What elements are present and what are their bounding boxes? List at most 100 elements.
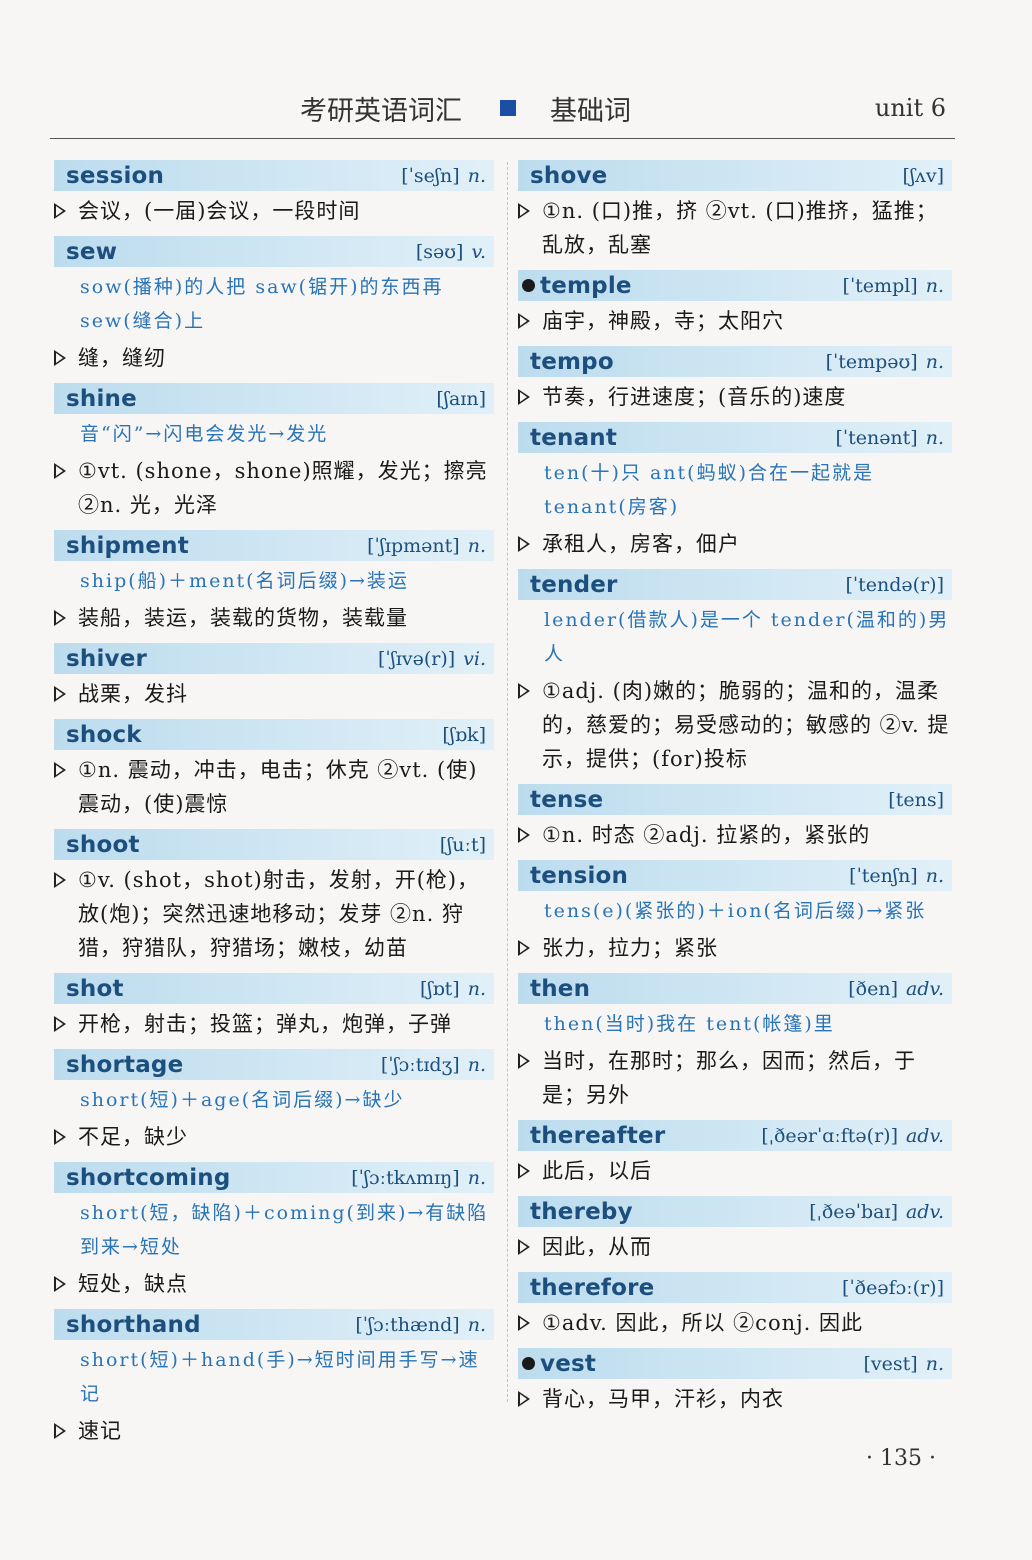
headword: temple (522, 273, 632, 299)
definition-row: 承租人，房客，佃户 (518, 527, 952, 561)
pronunciation-group: [ʃɒt] n. (420, 978, 486, 1000)
definition-text: 开枪，射击；投篮；弹丸，炮弹，子弹 (78, 1012, 452, 1036)
definition-row: 因此，从而 (518, 1230, 952, 1264)
right-column: shove [ʃʌv] ①n. (口)推，挤 ②vt. (口)推挤，猛推；乱放，乱塞… (518, 160, 952, 1424)
headword: tender (530, 572, 618, 598)
phonetic: [ˈseʃn] (401, 164, 460, 187)
pronunciation-group: [ˈseʃn] n. (401, 165, 486, 187)
headword-text: shoot (66, 831, 140, 858)
headword-text: tenant (530, 424, 618, 451)
word-entry: tender [ˈtendə(r)] lender(借款人)是一个 tender(温… (518, 569, 952, 776)
headword-text: shine (66, 385, 137, 412)
pronunciation-group: [ˈtempəʊ] n. (826, 351, 944, 373)
headword: sew (66, 239, 117, 265)
headword: shipment (66, 533, 189, 559)
mnemonic-text: ten(十)只 ant(蚂蚁)合在一起就是 tenant(房客) (544, 462, 875, 518)
headword: thereafter (530, 1123, 665, 1149)
dictionary-page: 考研英语词汇 基础词 unit 6 session [ˈseʃn] n. 会议，(一届… (0, 0, 1032, 1560)
definition-row: ①n. 时态 ②adj. 拉紧的，紧张的 (518, 818, 952, 852)
definition-text: 战栗，发抖 (78, 682, 188, 706)
definition-row: 短处，缺点 (54, 1267, 494, 1301)
definition-text: 缝，缝纫 (78, 346, 166, 370)
part-of-speech: n. (925, 426, 944, 449)
definition-row: ①n. 震动，冲击，电击；休克 ②vt. (使)震动，(使)震惊 (54, 753, 494, 821)
headword: therefore (530, 1275, 654, 1301)
word-entry: shorthand [ˈʃɔːthænd] n. short(短)＋hand(手)→短… (54, 1309, 494, 1448)
square-icon (500, 100, 516, 116)
triangle-bullet-icon (54, 1423, 66, 1439)
mnemonic-text: lender(借款人)是一个 tender(温和的)男人 (544, 609, 950, 665)
part-of-speech: n. (467, 164, 486, 187)
part-of-speech: vi. (463, 647, 486, 670)
definition-row: 速记 (54, 1414, 494, 1448)
phonetic: [ˌðeərˈɑːftə(r)] (761, 1124, 898, 1147)
word-entry: shoot [ʃuːt] ①v. (shot，shot)射击，发射，开(枪)，放(炮… (54, 829, 494, 965)
pronunciation-group: [ˈðeəfɔː(r)] (842, 1277, 944, 1299)
headword-text: thereafter (530, 1122, 666, 1149)
mnemonic-text: then(当时)我在 tent(帐篷)里 (544, 1013, 835, 1035)
headword-bar: shorthand [ˈʃɔːthænd] n. (54, 1309, 494, 1340)
part-of-speech: n. (925, 350, 944, 373)
triangle-bullet-icon (518, 940, 530, 956)
word-entry: shortcoming [ˈʃɔːtkʌmɪŋ] n. short(短，缺陷)＋com… (54, 1162, 494, 1301)
headword-text: therefore (530, 1274, 655, 1301)
pronunciation-group: [ˈʃɔːtɪdʒ] n. (381, 1054, 486, 1076)
headword: tense (530, 787, 603, 813)
triangle-bullet-icon (518, 1315, 530, 1331)
headword: then (530, 976, 590, 1002)
headword: session (66, 163, 164, 189)
page-header: 考研英语词汇 基础词 (300, 88, 631, 128)
word-entry: shipment [ˈʃɪpmənt] n. ship(船)＋ment(名词后缀)→装… (54, 530, 494, 635)
pronunciation-group: [ˈʃɪpmənt] n. (367, 535, 486, 557)
section-title: 基础词 (550, 95, 631, 127)
headword-bar: shine [ʃaɪn] (54, 383, 494, 414)
definition-text: 庙宇，神殿，寺；太阳穴 (542, 309, 784, 333)
phonetic: [ˈðeəfɔː(r)] (842, 1276, 944, 1299)
part-of-speech: n. (925, 1352, 944, 1375)
part-of-speech: n. (467, 1053, 486, 1076)
pronunciation-group: [ˌðeəˈbaɪ] adv. (809, 1201, 944, 1223)
phonetic: [ˈʃɔːtɪdʒ] (380, 1053, 460, 1076)
phonetic: [ˈʃɔːtkʌmɪŋ] (351, 1166, 460, 1189)
phonetic: [ʃʌv] (902, 164, 944, 187)
triangle-bullet-icon (54, 1016, 66, 1032)
headword-bar: vest [vest] n. (518, 1348, 952, 1379)
part-of-speech: n. (467, 534, 486, 557)
word-entry: shortage [ˈʃɔːtɪdʒ] n. short(短)＋age(名词后缀)→缺… (54, 1049, 494, 1154)
phonetic: [ˈʃɪvə(r)] (377, 647, 456, 670)
definition-text: 会议，(一届)会议，一段时间 (78, 199, 361, 223)
pronunciation-group: [ʃuːt] (440, 834, 486, 856)
word-entry: vest [vest] n. 背心，马甲，汗衫，内衣 (518, 1348, 952, 1416)
headword-bar: shoot [ʃuːt] (54, 829, 494, 860)
word-entry: temple [ˈtempl] n. 庙宇，神殿，寺；太阳穴 (518, 270, 952, 338)
part-of-speech: n. (925, 274, 944, 297)
part-of-speech: adv. (905, 1200, 944, 1223)
pronunciation-group: [ˈʃɔːtkʌmɪŋ] n. (351, 1167, 486, 1189)
headword-text: shortage (66, 1051, 184, 1078)
headword-text: shorthand (66, 1311, 201, 1338)
headword-bar: therefore [ˈðeəfɔː(r)] (518, 1272, 952, 1303)
headword-text: shot (66, 975, 124, 1002)
pronunciation-group: [ʃɒk] (442, 724, 486, 746)
definition-text: 张力，拉力；紧张 (542, 936, 718, 960)
definition-row: 背心，马甲，汗衫，内衣 (518, 1382, 952, 1416)
definition-row: 战栗，发抖 (54, 677, 494, 711)
phonetic: [ʃɒt] (419, 977, 460, 1000)
headword: shorthand (66, 1312, 201, 1338)
book-title: 考研英语词汇 (300, 95, 462, 127)
definition-text: 短处，缺点 (78, 1272, 188, 1296)
definition-text: 速记 (78, 1419, 122, 1443)
headword-bar: sew [səʊ] v. (54, 236, 494, 267)
definition-row: 不足，缺少 (54, 1120, 494, 1154)
headword-text: tense (530, 786, 604, 813)
headword-bar: thereafter [ˌðeərˈɑːftə(r)] adv. (518, 1120, 952, 1151)
word-entry: shove [ʃʌv] ①n. (口)推，挤 ②vt. (口)推挤，猛推；乱放，乱塞 (518, 160, 952, 262)
headword-text: shock (66, 721, 142, 748)
headword: shoot (66, 832, 140, 858)
headword-bar: tempo [ˈtempəʊ] n. (518, 346, 952, 377)
triangle-bullet-icon (518, 313, 530, 329)
headword: thereby (530, 1199, 633, 1225)
pronunciation-group: [səʊ] v. (416, 241, 486, 263)
headword-text: shipment (66, 532, 189, 559)
phonetic: [ʃɒk] (442, 723, 486, 746)
